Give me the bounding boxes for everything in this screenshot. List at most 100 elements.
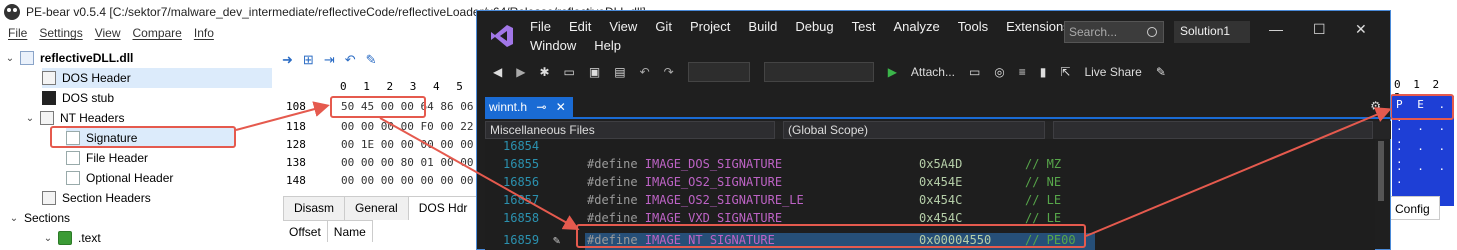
chevron-down-icon[interactable]: ⌄ [42, 233, 54, 244]
tab-winnt-h[interactable]: winnt.h ⊸ ✕ [485, 97, 573, 119]
hex-bytes[interactable]: 00 00 00 80 01 00 00 [341, 156, 473, 169]
minimize-icon[interactable]: — [1269, 21, 1283, 37]
tree-item-label: Sections [24, 211, 71, 225]
tree-item-nt-headers[interactable]: ⌄ NT Headers [24, 108, 124, 128]
comment: // MZ [1025, 157, 1062, 171]
settings-icon[interactable]: ⚙ [1370, 99, 1381, 113]
close-tab-icon[interactable]: ✕ [556, 100, 566, 114]
tab-disasm[interactable]: Disasm [283, 196, 346, 220]
comment: // LE [1025, 193, 1062, 207]
macro-value: 0x454C [919, 193, 963, 207]
tree-item-optional-header[interactable]: Optional Header [66, 168, 173, 188]
tree-item-section-headers[interactable]: Section Headers [42, 188, 151, 208]
macro-value: 0x454E [919, 175, 963, 189]
vs-search-input[interactable]: Search... [1064, 21, 1164, 43]
tab-general[interactable]: General [344, 196, 409, 220]
header-icon [40, 111, 54, 125]
arrow-right-icon[interactable]: ➜ [282, 52, 293, 68]
camera-icon[interactable]: ◎ [994, 65, 1004, 79]
document-icon [66, 171, 80, 185]
back-icon[interactable]: ◀ [493, 65, 502, 79]
menu-info[interactable]: Info [190, 24, 222, 44]
define-keyword: #define [587, 157, 645, 171]
vs-menu-debug[interactable]: Debug [786, 19, 842, 34]
forward-icon[interactable]: ▶ [516, 65, 525, 79]
menu-view[interactable]: View [91, 24, 129, 44]
tree-item-file-header[interactable]: File Header [66, 148, 148, 168]
highlight-nt-signature [576, 224, 1086, 248]
comment: // LE [1025, 211, 1062, 225]
header-icon [42, 71, 56, 85]
hex-bytes[interactable]: 00 00 00 00 00 00 00 [341, 174, 473, 187]
code-comment: // MZ [1025, 157, 1061, 171]
column-name[interactable]: Name [328, 221, 373, 242]
terminal-icon [42, 91, 56, 105]
live-share-button[interactable]: Live Share [1084, 65, 1141, 79]
redo-icon[interactable]: ↷ [664, 65, 674, 79]
hex-addr: 148 [286, 174, 306, 187]
tree-item-dos-stub[interactable]: DOS stub [42, 88, 114, 108]
macro-name: IMAGE_VXD_SIGNATURE [644, 211, 783, 225]
vs-menu-git[interactable]: Git [646, 19, 681, 34]
format-icon[interactable]: ≡ [1019, 65, 1026, 79]
vs-menu-test[interactable]: Test [843, 19, 885, 34]
tree-item-text[interactable]: ⌄ .text [42, 228, 101, 248]
attach-button[interactable]: Attach... [911, 65, 955, 79]
save-all-icon[interactable]: ▤ [614, 65, 625, 79]
tab-config[interactable]: Config [1390, 196, 1440, 220]
hex-addr: 128 [286, 138, 306, 151]
chevron-down-icon[interactable]: ⌄ [24, 113, 36, 124]
vs-menu-build[interactable]: Build [739, 19, 786, 34]
play-icon[interactable]: ▶ [888, 65, 897, 79]
close-icon[interactable]: ✕ [1355, 21, 1367, 38]
undo-icon[interactable]: ↶ [640, 65, 650, 79]
vs-menu-file[interactable]: File [521, 19, 560, 34]
vs-menu-view[interactable]: View [600, 19, 646, 34]
quick-action-icon[interactable]: ✎ [553, 233, 560, 247]
vs-menu-analyze[interactable]: Analyze [884, 19, 948, 34]
undo-icon[interactable]: ↶ [345, 52, 356, 68]
folder-icon[interactable]: ▭ [969, 65, 980, 79]
line-number: 16858 [503, 211, 540, 225]
add-icon[interactable]: ⊞ [303, 52, 314, 68]
vs-menu-window[interactable]: Window [521, 38, 585, 53]
platform-dropdown[interactable] [763, 62, 874, 82]
hex-bytes[interactable]: 00 00 00 00 F0 00 22 [341, 120, 473, 133]
tree-root[interactable]: ⌄ reflectiveDLL.dll [4, 48, 133, 68]
define-keyword: #define [587, 175, 645, 189]
share-icon[interactable]: ⇱ [1060, 65, 1070, 79]
project-combo[interactable]: Miscellaneous Files [485, 121, 775, 139]
save-icon[interactable]: ▣ [589, 65, 600, 79]
pin-icon[interactable]: ⊸ [536, 100, 546, 114]
open-folder-icon[interactable]: ▭ [564, 65, 575, 79]
config-dropdown[interactable] [687, 62, 750, 82]
hex-addr: 108 [286, 100, 306, 113]
hex-bytes[interactable]: 00 1E 00 00 00 00 00 [341, 138, 473, 151]
column-offset[interactable]: Offset [283, 221, 328, 242]
tree-item-dos-header[interactable]: DOS Header [42, 68, 272, 88]
member-combo[interactable] [1053, 121, 1373, 139]
tab-dos-hdr[interactable]: DOS Hdr [407, 196, 479, 220]
line-number: 16857 [503, 193, 540, 207]
bookmark-icon[interactable]: ▮ [1040, 65, 1047, 79]
code-comment: // LE [1025, 211, 1061, 225]
code-value: 0x454C [919, 211, 962, 225]
scope-combo[interactable]: (Global Scope) [783, 121, 1045, 139]
pin-icon[interactable]: ✎ [366, 52, 377, 68]
new-item-icon[interactable]: ✱ [539, 65, 549, 79]
vs-menu-help[interactable]: Help [585, 38, 630, 53]
maximize-icon[interactable]: ☐ [1313, 21, 1326, 38]
chevron-down-icon[interactable]: ⌄ [4, 53, 16, 64]
chevron-down-icon[interactable]: ⌄ [8, 213, 20, 224]
tree-item-sections[interactable]: ⌄ Sections [8, 208, 70, 228]
scrollbar[interactable] [1378, 141, 1384, 201]
menu-file[interactable]: File [4, 24, 35, 44]
import-icon[interactable]: ⇥ [324, 52, 335, 68]
feedback-icon[interactable]: ✎ [1156, 65, 1166, 79]
vs-menu-project[interactable]: Project [681, 19, 739, 34]
vs-menu-edit[interactable]: Edit [560, 19, 600, 34]
vs-menu-tools[interactable]: Tools [949, 19, 997, 34]
menu-settings[interactable]: Settings [35, 24, 90, 44]
menu-compare[interactable]: Compare [129, 24, 190, 44]
vs-solution-name: Solution1 [1174, 21, 1250, 43]
